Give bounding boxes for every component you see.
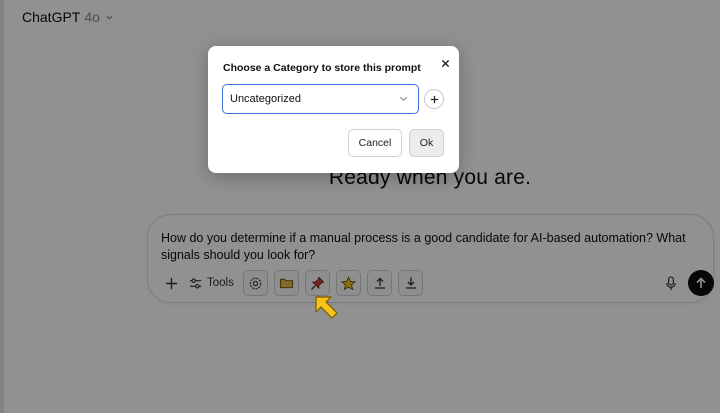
cancel-button[interactable]: Cancel bbox=[348, 129, 402, 157]
selected-category: Uncategorized bbox=[230, 93, 301, 105]
add-category-button[interactable] bbox=[424, 89, 444, 109]
dialog-title: Choose a Category to store this prompt bbox=[223, 62, 421, 74]
category-dialog: Choose a Category to store this prompt U… bbox=[208, 46, 459, 173]
category-select[interactable]: Uncategorized bbox=[222, 84, 419, 114]
close-icon bbox=[441, 59, 449, 67]
plus-icon bbox=[430, 95, 438, 103]
pointer-arrow-icon bbox=[315, 296, 338, 319]
chevron-down-icon bbox=[399, 96, 408, 102]
close-dialog-button[interactable] bbox=[438, 56, 452, 70]
ok-button[interactable]: Ok bbox=[409, 129, 444, 157]
